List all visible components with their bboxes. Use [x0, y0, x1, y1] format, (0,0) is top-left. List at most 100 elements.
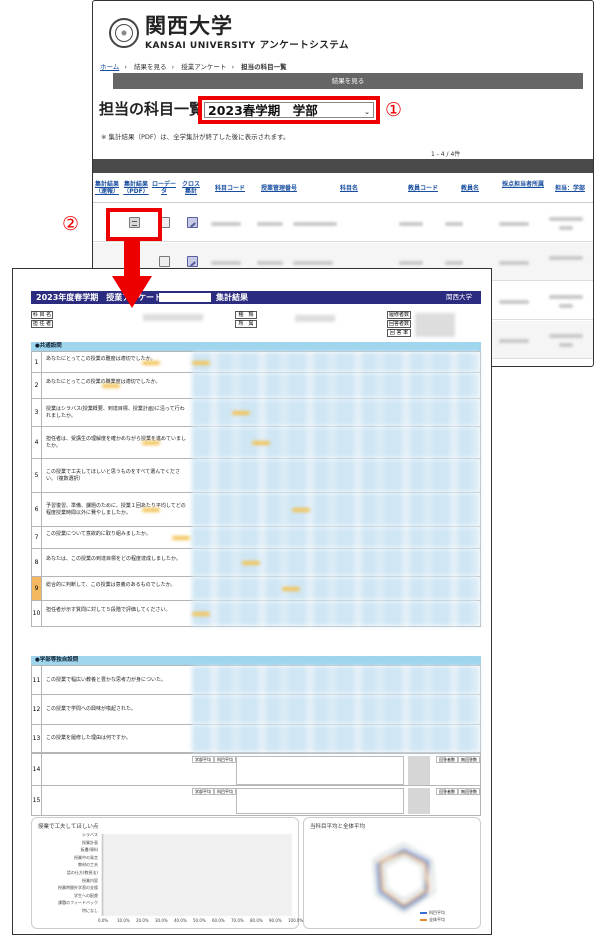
section-faculty-questions: ●学部等独自設問 — [31, 656, 481, 665]
question-result-cells — [192, 493, 480, 526]
col-header-teacher-name[interactable]: 教員名 — [453, 185, 487, 192]
improvement-chart-label: 授業時間外学習の支援 — [58, 885, 98, 891]
report-header: 2023年度春学期 授業アンケート 集計結果 関西大学 — [31, 291, 481, 304]
breadcrumb-home-link[interactable]: ホーム — [100, 63, 119, 71]
info-label-rate: 回 答 率 — [387, 329, 411, 337]
col-header-faculty[interactable]: 担当：学部 — [547, 185, 593, 192]
improvement-chart-label: 特になし — [82, 908, 98, 913]
breadcrumb: ホーム › 結果を見る › 授業アンケート › 担当の科目一覧 — [100, 63, 287, 71]
legend-overall-avg: 全体平均 — [420, 917, 445, 923]
callout-marker-1: ① — [385, 99, 403, 121]
col-header-teacher-code[interactable]: 教員コード — [401, 185, 445, 192]
report-university: 関西大学 — [446, 293, 472, 301]
question-number: 6 — [32, 493, 42, 526]
question-result-cells — [192, 666, 480, 694]
improvement-chart-labels: シラバス 授業計画 板書/資料 授業中の発言 教材の工夫 話の仕方(教授法) 授業内容 授業時… — [36, 832, 98, 916]
q15-faculty-avg: 学部平均 — [192, 788, 214, 795]
q15-no-answer: 無回答数 — [458, 788, 480, 795]
question-row: 2 あなたにとってこの授業の職業度は適切でしたか。 — [31, 373, 481, 399]
info-label-subject: 科 目 名 — [31, 311, 53, 319]
question-number: 10 — [32, 601, 42, 626]
question-number: 13 — [32, 725, 42, 752]
cross-tab-icon[interactable] — [187, 256, 198, 267]
pdf-availability-note: ※ 集計結果（PDF）は、全学集計が終了した後に表示されます。 — [101, 133, 290, 141]
raw-data-icon[interactable] — [159, 256, 170, 267]
improvement-chart-tick: 30.0% — [155, 918, 168, 923]
question-row: 9 総合的に判断して、この授業は意義のあるものでしたか。 — [31, 577, 481, 601]
question-row: 1 あなたにとってこの授業の難度は適切でしたか。 — [31, 351, 481, 373]
question-number: 14 — [32, 754, 42, 785]
faculty-question-row: 11 この授業で幅広い教養と豊かな思考力が身についた。 — [31, 665, 481, 695]
question-result-cells — [192, 459, 480, 492]
question-number: 3 — [32, 399, 42, 426]
improvement-chart-label: 学生への配慮 — [74, 892, 98, 898]
question-result-cells — [192, 427, 480, 458]
question-row: 7 この授業について意欲的に取り組みましたか。 — [31, 527, 481, 549]
breadcrumb-results[interactable]: 結果を見る — [134, 63, 167, 71]
col-header-pdf-results[interactable]: 集計結果 （PDF） — [122, 181, 150, 195]
composite-screenshot: 関西大学 KANSAI UNIVERSITY アンケートシステム ホーム › 結果を… — [0, 0, 595, 935]
callout-arrow-head — [112, 276, 152, 308]
col-header-class-id[interactable]: 授業管理番号 — [253, 185, 305, 192]
table-row — [93, 204, 593, 242]
callout-arrow — [124, 240, 140, 278]
question-result-cells — [192, 352, 480, 372]
legend-course-avg: 科目平均 — [420, 910, 445, 916]
improvement-chart-tick: 0.0% — [98, 918, 109, 923]
question-text: 予習復習、準備、課題のために、授業１回あたり平均してどの程度授業時間以外に費やし… — [46, 503, 186, 516]
question-row: 6 予習復習、準備、課題のために、授業１回あたり平均してどの程度授業時間以外に費や… — [31, 493, 481, 527]
average-comparison-title: 当科目平均と全体平均 — [310, 824, 366, 830]
question-result-cells — [192, 373, 480, 398]
question-text: あなたは、この授業の到達目標をどの程度達成しましたか。 — [46, 556, 181, 562]
question-number: 11 — [32, 666, 42, 694]
question-row-14: 14 学部平均 科目平均 回答者数 無回答数 — [31, 753, 481, 786]
improvement-chart-label: 授業中の発言 — [74, 854, 98, 860]
cross-tab-icon[interactable] — [187, 217, 198, 228]
question-number: 12 — [32, 695, 42, 724]
faculty-question-row: 13 この授業を履修した理由は何ですか。 — [31, 725, 481, 753]
question-row: 10 担任者が示す質問に対して５段階で評価してください。 — [31, 601, 481, 627]
improvement-chart-label: 教材の工夫 — [78, 862, 98, 868]
pdf-column-highlight — [106, 208, 162, 241]
col-header-course-name[interactable]: 科目名 — [329, 185, 369, 192]
tab-view-results[interactable]: 結果を見る — [113, 73, 583, 89]
improvement-chart-tick: 60.0% — [212, 918, 225, 923]
breadcrumb-survey[interactable]: 授業アンケート — [181, 63, 226, 71]
pdf-report-preview: 2023年度春学期 授業アンケート 集計結果 関西大学 科 目 名 担 任 者 … — [12, 268, 492, 935]
question-number: 5 — [32, 459, 42, 492]
question-row: 3 授業はシラバス(授業概要、到達目標、授業計画)に沿って行われましたか。 — [31, 399, 481, 427]
callout-marker-2: ② — [62, 213, 80, 235]
question-text: 担任者が示す質問に対して５段階で評価してください。 — [46, 607, 171, 613]
question-text: この授業で幅広い教養と豊かな思考力が身についた。 — [46, 677, 167, 683]
term-select-value: 2023春学期 学部 — [208, 103, 318, 118]
question-result-cells — [192, 577, 480, 600]
info-label-teacher: 担 任 者 — [31, 320, 53, 328]
improvement-chart-axis: 0.0% 10.0% 20.0% 30.0% 40.0% 50.0% 60.0% 70.0% 8… — [98, 918, 303, 924]
info-label-category: 種 類 — [235, 311, 257, 319]
question-text: あなたにとってこの授業の難度は適切でしたか。 — [46, 356, 156, 362]
question-number: 7 — [32, 527, 42, 548]
question-result-cells — [192, 549, 480, 576]
col-header-raw-data[interactable]: ローデー タ — [151, 181, 177, 195]
brand-header[interactable]: 関西大学 KANSAI UNIVERSITY アンケートシステム — [109, 15, 349, 51]
question-row: 8 あなたは、この授業の到達目標をどの程度達成しましたか。 — [31, 549, 481, 577]
col-header-quick-results[interactable]: 集計結果 （速報） — [93, 181, 121, 195]
col-header-cross-tab[interactable]: クロス 集計 — [179, 181, 203, 195]
col-header-grader-affiliation[interactable]: 採点担当者所属 — [501, 181, 545, 188]
q14-course-avg: 科目平均 — [214, 756, 236, 763]
question-row-15: 15 学部平均 科目平均 回答者数 無回答数 — [31, 786, 481, 816]
improvement-chart-tick: 40.0% — [174, 918, 187, 923]
improvement-chart-tick: 100.0% — [288, 918, 304, 923]
term-select-highlight: 2023春学期 学部 ⌄ — [198, 96, 380, 124]
improvement-chart-title: 授業で工夫してほしい点 — [38, 824, 99, 830]
col-header-course-code[interactable]: 科目コード — [209, 185, 251, 192]
q15-course-avg: 科目平均 — [214, 788, 236, 795]
info-label-respondents: 回答者数 — [387, 320, 411, 328]
chevron-down-icon: ⌄ — [364, 108, 370, 116]
system-name: アンケートシステム — [259, 40, 349, 51]
question-number: 8 — [32, 549, 42, 576]
info-label-enrolled: 履修者数 — [387, 311, 411, 319]
improvement-chart-tick: 50.0% — [193, 918, 206, 923]
term-select[interactable]: 2023春学期 学部 ⌄ — [204, 102, 374, 118]
improvement-chart-label: 話の仕方(教授法) — [66, 870, 98, 875]
